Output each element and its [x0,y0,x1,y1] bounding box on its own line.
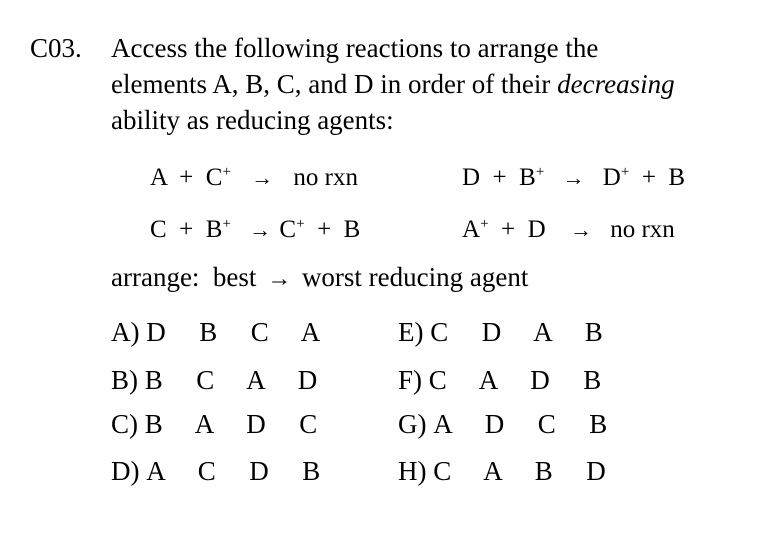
reaction-2: D + B+ → D+ + B [462,156,685,194]
choice-b[interactable]: B) B C A D [111,363,317,397]
choice-e-sequence: C D A B [430,317,603,347]
choice-h-letter: H) [398,456,427,486]
question-number: C03. [30,33,82,63]
choice-f[interactable]: F) C A D B [398,363,601,397]
reaction-4-right: no rxn [610,216,675,243]
choice-b-letter: B) [111,365,138,395]
choice-d-sequence: A C D B [146,456,321,486]
choice-f-letter: F) [398,365,423,395]
reaction-4-left: A [462,216,481,243]
reaction-2-right-tail: + B [629,164,686,191]
reaction-1-left: A + C [150,164,223,191]
reaction-3-right: C [279,216,297,243]
reaction-3-right-charge: + [296,216,305,232]
arrange-prefix: arrange: best [111,262,257,292]
choice-d[interactable]: D) A C D B [111,454,320,488]
reaction-2-left: D + B [462,164,536,191]
reaction-2-arrow-icon: → [562,165,585,190]
choice-c-sequence: B A D C [144,409,318,439]
reaction-1-arrow-icon: → [251,165,274,190]
stem-line-2: elements A, B, C, and D in order of thei… [111,66,761,102]
choice-a[interactable]: A) D B C A [111,315,320,349]
stem-line-2-text: elements A, B, C, and D in order of thei… [111,69,558,99]
choice-e[interactable]: E) C D A B [398,315,603,349]
choice-c-letter: C) [111,409,138,439]
question-page: C03. Access the following reactions to a… [0,0,775,536]
choice-e-letter: E) [398,317,424,347]
reaction-2-right-charge: + [620,164,630,180]
reaction-3-arrow-icon: → [249,217,272,242]
arrange-suffix: worst reducing agent [301,262,529,292]
choice-b-sequence: B C A D [144,365,318,395]
choice-c[interactable]: C) B A D C [111,407,317,441]
stem-line-1: Access the following reactions to arrang… [111,33,599,63]
reaction-2-left-charge: + [535,164,545,180]
reaction-4-arrow-icon: → [569,217,592,242]
reaction-3-left-charge: + [222,216,231,232]
reaction-1-left-charge: + [222,164,231,180]
choice-a-sequence: D B C A [146,317,321,347]
choice-h-sequence: C A B D [433,456,606,486]
arrange-instruction: arrange: best → worst reducing agent [111,260,528,296]
stem-italic-word: decreasing [557,69,675,99]
choice-g-sequence: A D C B [433,409,608,439]
stem-line-3: ability as reducing agents: [111,105,394,135]
reaction-1-right: no rxn [293,164,358,191]
reaction-4-left-tail: + D [488,216,546,243]
choice-f-sequence: C A D B [428,365,602,395]
reaction-2-right: D [602,164,621,191]
reaction-3-right-tail: + B [304,216,361,243]
reaction-3-left: C + B [150,216,223,243]
choice-d-letter: D) [111,456,140,486]
reaction-1: A + C+ → no rxn [150,156,358,194]
choice-g-letter: G) [398,409,427,439]
choice-a-letter: A) [111,317,140,347]
reaction-4-left-charge: + [480,216,489,232]
choice-g[interactable]: G) A D C B [398,407,607,441]
arrange-arrow-icon: → [267,266,292,292]
choice-h[interactable]: H) C A B D [398,454,606,488]
reaction-4: A+ + D → no rxn [462,208,675,246]
question-stem: Access the following reactions to arrang… [111,30,761,138]
reaction-3: C + B+ → C+ + B [150,208,360,246]
